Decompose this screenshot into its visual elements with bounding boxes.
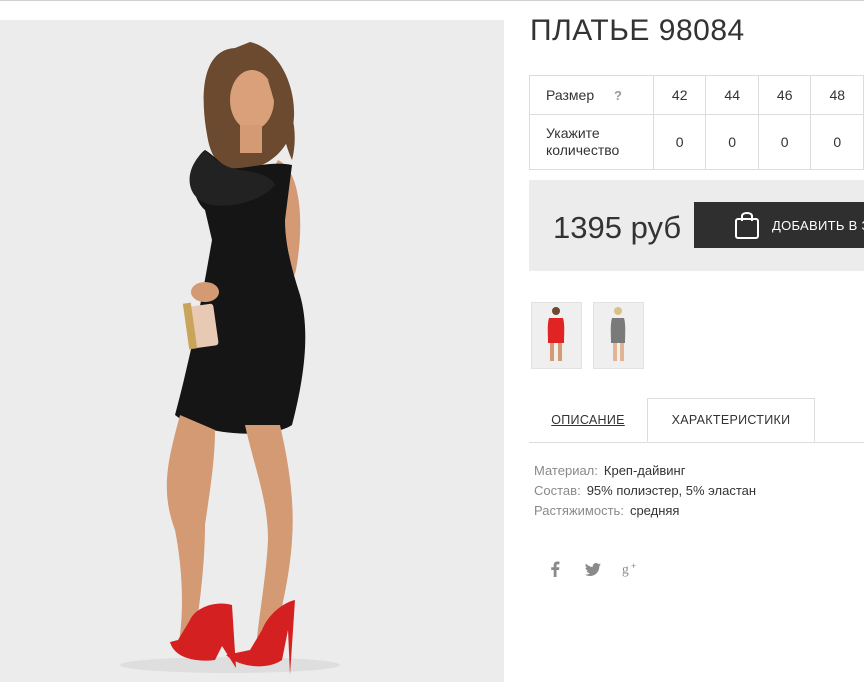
product-tabs: ОПИСАНИЕ ХАРАКТЕРИСТИКИ	[529, 398, 864, 443]
spec-row-stretch: Растяжимость: средняя	[534, 501, 756, 521]
svg-text:g: g	[622, 562, 629, 577]
size-option: 48	[810, 75, 864, 115]
spec-value: 95% полиэстер, 5% эластан	[586, 483, 757, 498]
model-illustration	[0, 20, 504, 682]
size-row: Размер ? 42 44 46 48	[529, 75, 864, 115]
product-title: ПЛАТЬЕ 98084	[530, 14, 745, 47]
red-dress-thumbnail[interactable]	[531, 302, 582, 369]
quantity-label: Укажите количество	[529, 114, 654, 170]
size-option: 44	[705, 75, 759, 115]
svg-text:+: +	[631, 561, 636, 571]
quantity-input[interactable]: 0	[810, 114, 864, 170]
tab-description[interactable]: ОПИСАНИЕ	[529, 398, 647, 442]
add-to-cart-label: ДОБАВИТЬ В З	[772, 217, 864, 233]
spec-value: Креп-дайвинг	[603, 463, 686, 478]
price-panel: 1395 руб ДОБАВИТЬ В З	[529, 180, 864, 271]
product-price: 1395 руб	[553, 210, 682, 245]
tabs-baseline	[529, 442, 864, 443]
quantity-label-text: Укажите количество	[546, 125, 620, 158]
size-label-cell: Размер ?	[529, 75, 654, 115]
spec-key: Материал:	[534, 463, 598, 478]
spec-row-material: Материал: Креп-дайвинг	[534, 461, 756, 481]
spec-key: Состав:	[534, 483, 581, 498]
quantity-input[interactable]: 0	[705, 114, 759, 170]
quantity-input[interactable]: 0	[757, 114, 812, 170]
facebook-icon[interactable]	[546, 560, 564, 578]
twitter-icon[interactable]	[584, 560, 602, 578]
size-option: 46	[757, 75, 812, 115]
spec-value: средняя	[629, 503, 680, 518]
product-specs: Материал: Креп-дайвинг Состав: 95% полиэст…	[534, 461, 756, 521]
shopping-bag-icon	[734, 210, 760, 240]
spec-row-composition: Состав: 95% полиэстер, 5% эластан	[534, 481, 756, 501]
add-to-cart-button[interactable]: ДОБАВИТЬ В З	[694, 202, 864, 248]
tab-characteristics[interactable]: ХАРАКТЕРИСТИКИ	[647, 398, 815, 442]
top-divider	[0, 0, 864, 1]
product-main-photo[interactable]	[0, 20, 504, 682]
quantity-input[interactable]: 0	[652, 114, 707, 170]
size-option: 42	[652, 75, 707, 115]
social-share: g +	[546, 560, 660, 578]
google-plus-icon[interactable]: g +	[622, 560, 640, 578]
size-help-icon[interactable]: ?	[614, 88, 622, 103]
size-quantity-table: Размер ? 42 44 46 48 Укажите количество …	[529, 75, 864, 170]
size-label: Размер	[546, 87, 595, 103]
quantity-row: Укажите количество 0 0 0 0	[529, 114, 864, 170]
spec-key: Растяжимость:	[534, 503, 624, 518]
grey-dress-thumbnail[interactable]	[593, 302, 644, 369]
